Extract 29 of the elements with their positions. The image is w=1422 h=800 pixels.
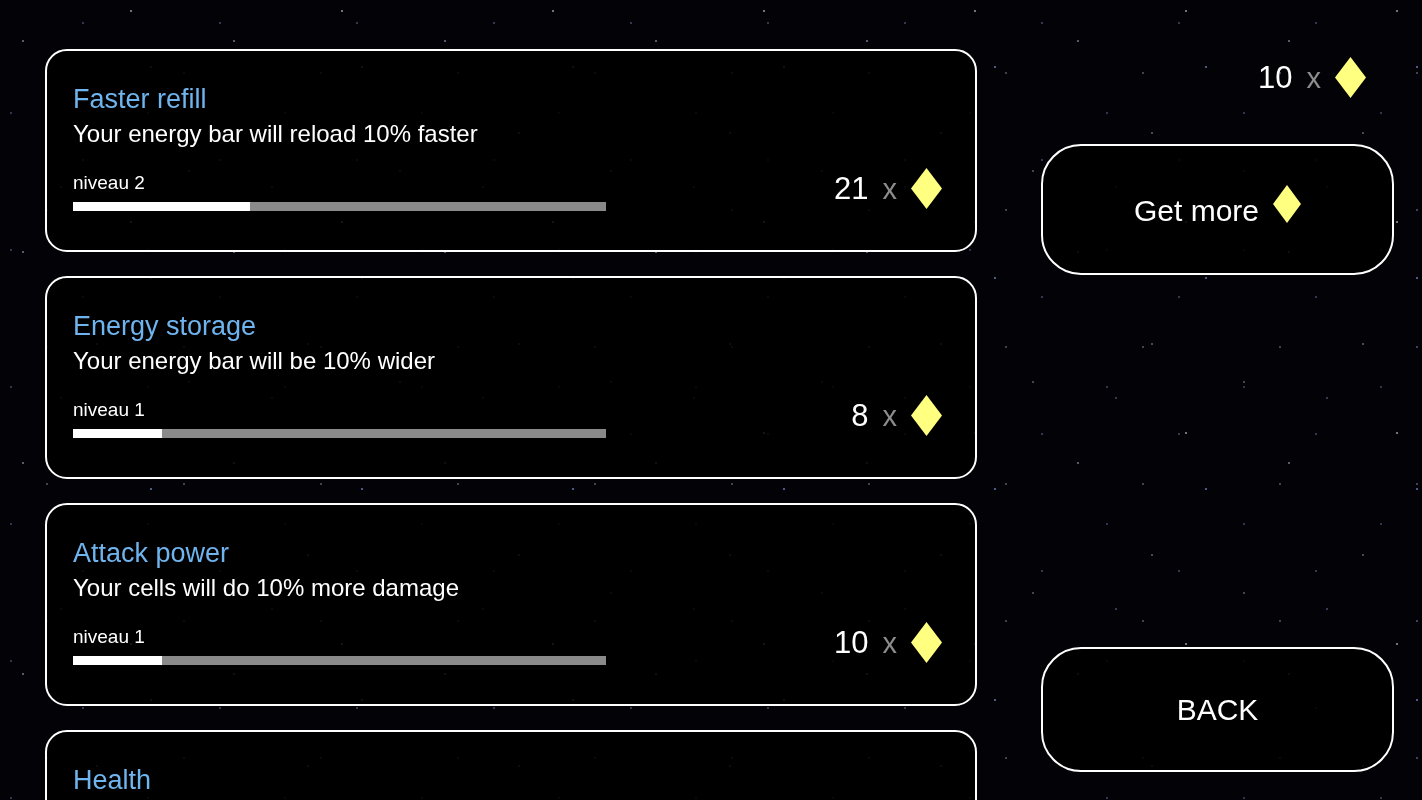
upgrade-card[interactable]: Health: [45, 730, 977, 800]
times-sign: x: [882, 398, 897, 434]
back-button[interactable]: BACK: [1041, 647, 1394, 772]
upgrade-description: Your cells will do 10% more damage: [73, 573, 460, 603]
get-more-button[interactable]: Get more: [1041, 144, 1394, 275]
price-amount: 21: [834, 170, 869, 207]
level-label: niveau 1: [73, 625, 146, 649]
times-sign: x: [882, 625, 897, 661]
diamond-icon: [1273, 184, 1301, 223]
times-sign: x: [882, 171, 897, 207]
level-label: niveau 1: [73, 398, 146, 422]
wallet-amount: 10: [1258, 59, 1293, 96]
upgrade-title: Attack power: [73, 537, 231, 569]
upgrade-title: Health: [73, 764, 153, 796]
price-amount: 8: [851, 397, 869, 434]
diamond-icon: [1335, 57, 1366, 98]
price-amount: 10: [834, 624, 869, 661]
upgrade-card[interactable]: Attack power Your cells will do 10% more damage niveau 1 10 x: [45, 503, 977, 706]
level-label: niveau 2: [73, 171, 146, 195]
upgrade-card[interactable]: Energy storage Your energy bar will be 10% wider niveau 1 8 x: [45, 276, 977, 479]
upgrade-description: Your energy bar will reload 10% faster: [73, 119, 479, 149]
diamond-icon: [911, 168, 942, 209]
times-sign: x: [1306, 60, 1321, 96]
upgrade-title: Faster refill: [73, 83, 208, 115]
diamond-icon: [911, 395, 942, 436]
upgrade-title: Energy storage: [73, 310, 258, 342]
diamond-icon: [911, 622, 942, 663]
upgrade-card[interactable]: Faster refill Your energy bar will reload 10% faster niveau 2 21 x: [45, 49, 977, 252]
upgrade-description: Your energy bar will be 10% wider: [73, 346, 436, 376]
